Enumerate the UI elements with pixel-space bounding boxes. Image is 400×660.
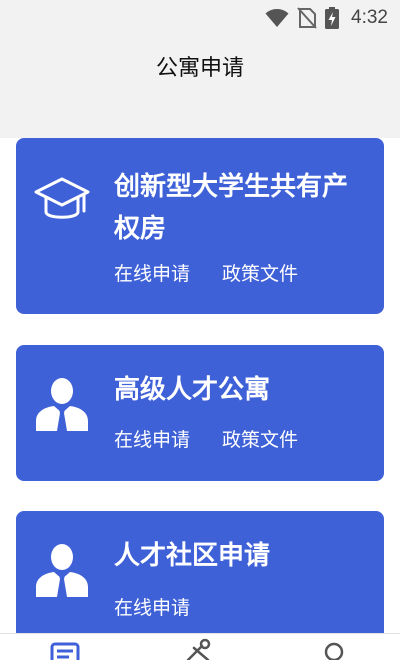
policy-docs-link[interactable]: 政策文件 bbox=[222, 261, 298, 287]
search-icon bbox=[324, 642, 344, 660]
status-bar: 4:32 bbox=[0, 0, 400, 36]
content-list: 创新型大学生共有产权房 在线申请 政策文件 高级人才公寓 在线申请 政策文件 人… bbox=[0, 138, 400, 634]
no-sim-icon bbox=[297, 7, 317, 29]
tools-icon bbox=[186, 638, 211, 660]
online-apply-link[interactable]: 在线申请 bbox=[114, 595, 190, 621]
status-time: 4:32 bbox=[351, 7, 388, 28]
card-university-housing[interactable]: 创新型大学生共有产权房 在线申请 政策文件 bbox=[16, 138, 384, 314]
card-title: 人才社区申请 bbox=[114, 541, 271, 571]
list-icon bbox=[50, 642, 80, 660]
card-title: 创新型大学生共有产权房 bbox=[114, 172, 349, 244]
person-tie-icon bbox=[36, 544, 88, 597]
battery-charging-icon bbox=[325, 7, 340, 29]
page-title: 公寓申请 bbox=[155, 56, 244, 81]
person-tie-icon bbox=[36, 378, 88, 431]
policy-docs-link[interactable]: 政策文件 bbox=[222, 427, 298, 453]
nav-item-list[interactable] bbox=[46, 634, 86, 660]
wifi-icon bbox=[265, 9, 289, 27]
online-apply-link[interactable]: 在线申请 bbox=[114, 427, 190, 453]
card-talent-community[interactable]: 人才社区申请 在线申请 bbox=[16, 511, 384, 634]
online-apply-link[interactable]: 在线申请 bbox=[114, 261, 190, 287]
card-talent-apartment[interactable]: 高级人才公寓 在线申请 政策文件 bbox=[16, 345, 384, 481]
status-icons: 4:32 bbox=[265, 6, 388, 30]
nav-item-search[interactable] bbox=[314, 634, 354, 660]
card-title: 高级人才公寓 bbox=[114, 375, 271, 405]
nav-item-tools[interactable] bbox=[180, 634, 220, 660]
app-header: 公寓申请 bbox=[0, 36, 400, 138]
card-actions: 在线申请 bbox=[114, 595, 190, 621]
app-screen: 4:32 公寓申请 创新型大学生共有产权房 在线申请 政策文件 高级人才公寓 在… bbox=[0, 0, 400, 660]
card-actions: 在线申请 政策文件 bbox=[114, 427, 298, 453]
bottom-nav bbox=[0, 633, 400, 660]
graduation-cap-icon bbox=[34, 177, 90, 219]
card-actions: 在线申请 政策文件 bbox=[114, 261, 298, 287]
